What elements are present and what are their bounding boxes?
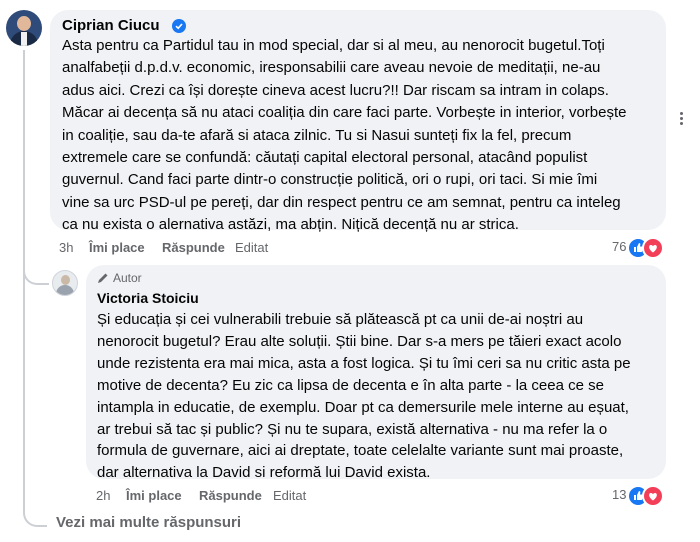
reply-actions: 2h Îmi place Răspunde Editat [0, 488, 700, 506]
view-more-replies-link[interactable]: Vezi mai multe răspunsuri [56, 514, 241, 531]
reaction-count: 76 [612, 239, 627, 254]
reply-text-line: motive de decenta? Eu zic ca lipsa de de… [97, 376, 604, 394]
reply-author-name[interactable]: Victoria Stoiciu [97, 290, 199, 306]
comment-text-line: adus aici. Crezi ca își dorește cineva a… [62, 81, 609, 99]
comment-text-line: extremele care se confundă: căutați capi… [62, 149, 588, 167]
edited-label: Editat [273, 488, 307, 503]
comment-text-line: analfabeții d.p.d.v. economic, iresponsa… [62, 59, 601, 77]
reply-button[interactable]: Răspunde [199, 488, 262, 503]
avatar[interactable] [6, 10, 42, 46]
reply-text-line: ar trebui să tac și public? Și nu te sup… [97, 420, 608, 438]
like-button[interactable]: Îmi place [89, 240, 145, 255]
comment-text-line: in coaliție, sau da-te afară si ataca zi… [62, 126, 572, 144]
reply-timestamp[interactable]: 2h [96, 488, 110, 503]
author-badge: Autor [97, 271, 142, 287]
comment-text-line: Asta pentru ca Partidul tau in mod speci… [62, 37, 605, 54]
reply-text-line: intampla in educatie, de exemplu. Doar p… [97, 398, 629, 416]
like-button[interactable]: Îmi place [126, 488, 182, 503]
verified-badge-icon [172, 19, 186, 33]
comment-text-line: ca nu exista o alernativa astăzi, ma abț… [62, 216, 519, 234]
more-options-icon[interactable] [680, 112, 683, 127]
reaction-summary[interactable]: 13 [612, 485, 672, 507]
reaction-summary[interactable]: 76 [612, 237, 672, 259]
reply-text: Și educația și cei vulnerabili trebuie s… [97, 309, 661, 484]
pen-icon [97, 272, 109, 287]
reply-text-line: formula de guvernare, aici ai dreptate, … [97, 442, 624, 460]
reply-text-line: unde rezistenta era mai mica, asta a fos… [97, 354, 631, 372]
love-reaction-icon [642, 237, 664, 259]
comment-text: Asta pentru ca Partidul tau in mod speci… [62, 35, 658, 237]
comment-author-name[interactable]: Ciprian Ciucu [62, 17, 160, 34]
reaction-count: 13 [612, 487, 627, 502]
reply-button[interactable]: Răspunde [162, 240, 225, 255]
author-badge-label: Autor [113, 271, 142, 285]
comment-text-line: guvernul. Cand faci parte dintr-o constr… [62, 171, 598, 189]
comment-text-line: Măcar ai decența să nu ataci coaliția di… [62, 104, 627, 122]
reply-text-line: Și educația și cei vulnerabili trebuie s… [97, 311, 584, 328]
reply-text-line: dar alternativa la David si reformă lui … [97, 464, 431, 482]
comment-text-line: vine sa urc PSD-ul pe pereți, dar din re… [62, 193, 621, 211]
comment-timestamp[interactable]: 3h [59, 240, 73, 255]
avatar[interactable] [52, 270, 78, 296]
comment-actions: 3h Îmi place Răspunde Editat [0, 240, 700, 258]
reply-text-line: nenorocit bugetul? Erau alte soluții. Șt… [97, 332, 622, 350]
love-reaction-icon [642, 485, 664, 507]
edited-label: Editat [235, 240, 269, 255]
